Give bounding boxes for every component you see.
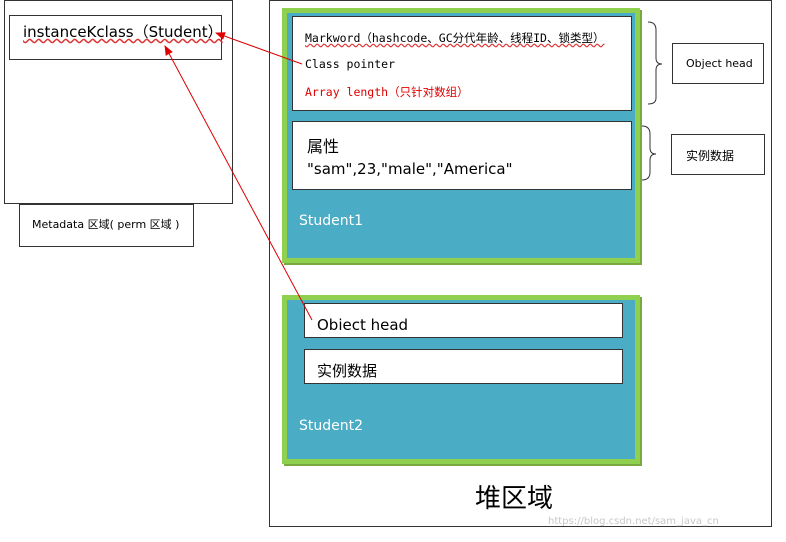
brace-instance-data [641,125,657,181]
class-pointer-arrow [215,32,303,65]
watermark: https://blog.csdn.net/sam_java_cn [548,516,719,527]
object-head-arrow [164,45,313,321]
connector-overlay [164,21,663,321]
brace-object-head [647,21,663,105]
